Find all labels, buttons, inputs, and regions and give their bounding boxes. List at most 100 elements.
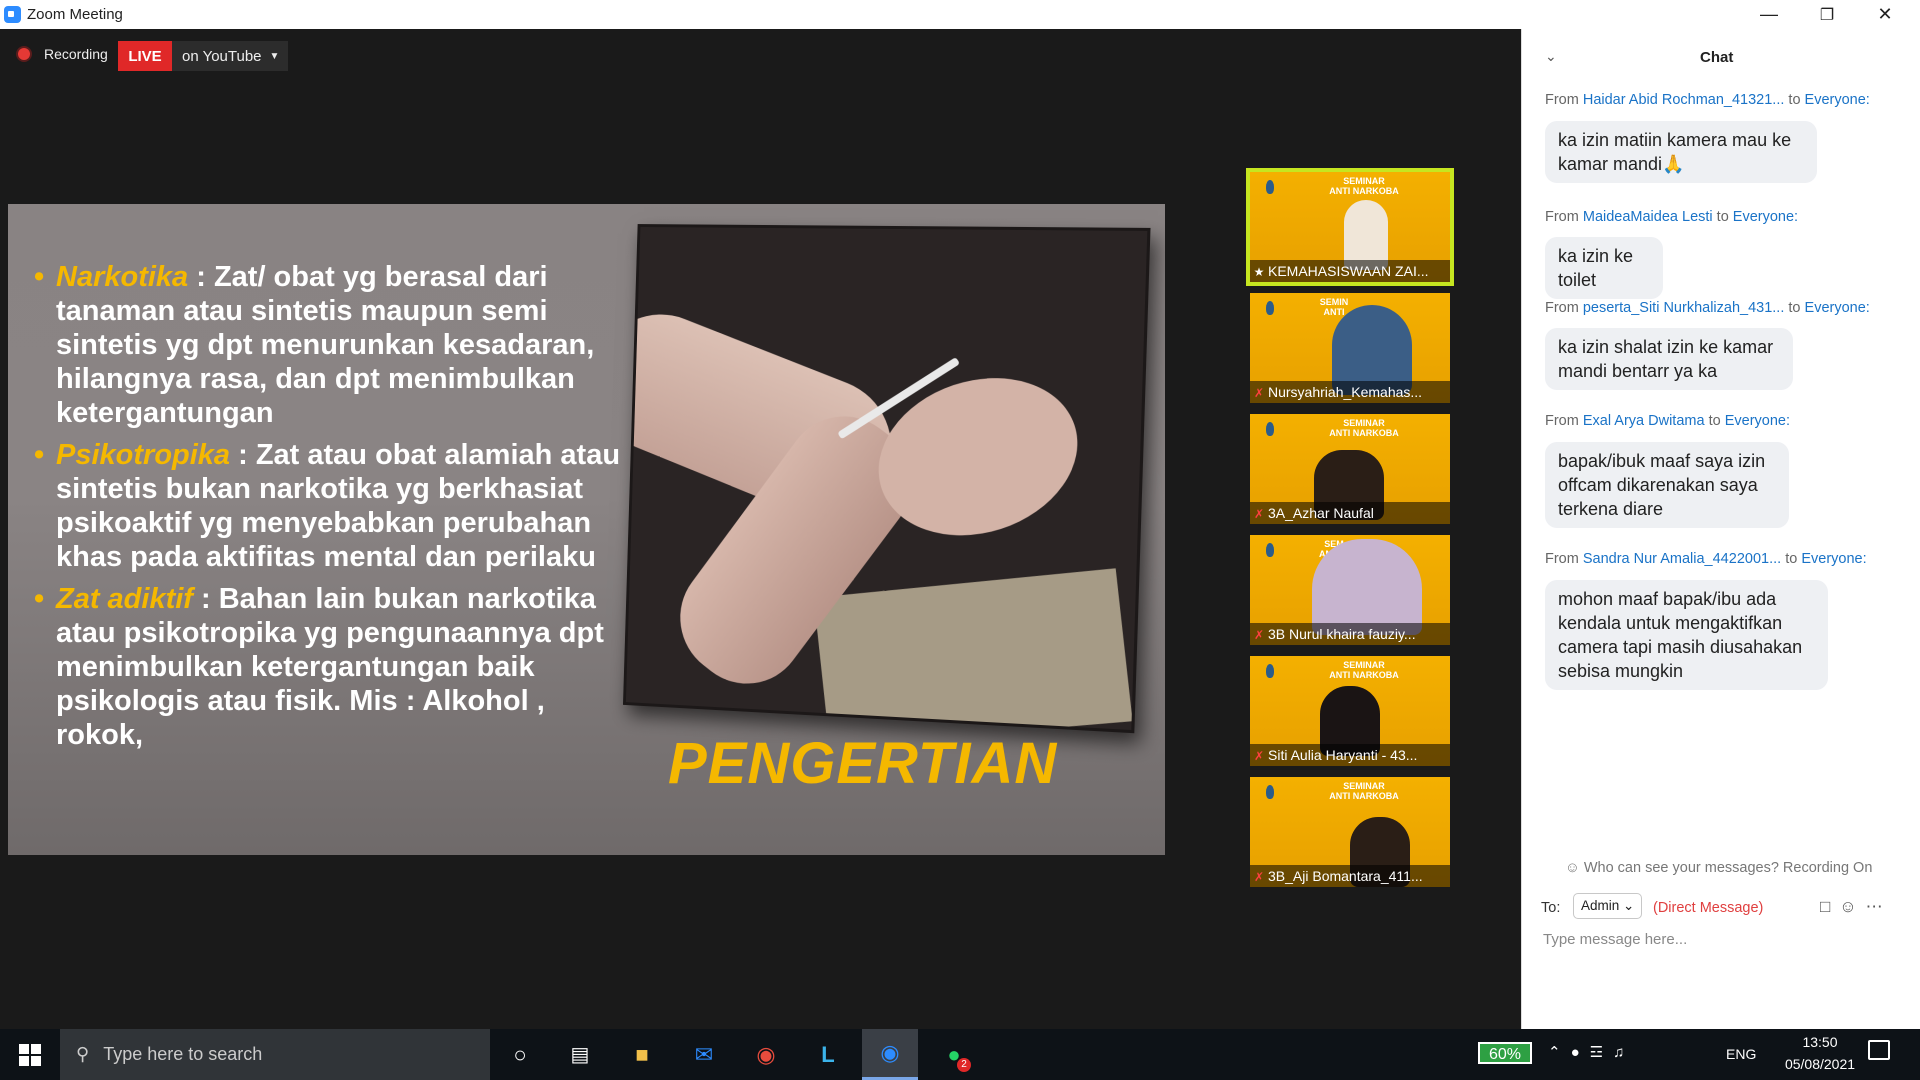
participant-name-bar: ✗ 3B_Aji Bomantara_411... — [1250, 865, 1450, 887]
chat-message-header: From Sandra Nur Amalia_4422001... to Eve… — [1545, 551, 1867, 567]
cortana-icon[interactable]: ○ — [492, 1029, 548, 1080]
chat-sender[interactable]: MaideaMaidea Lesti — [1583, 209, 1713, 225]
more-icon[interactable]: ⋯ — [1866, 897, 1892, 916]
participant-name: 3A_Azhar Naufal — [1268, 505, 1374, 521]
photo-hand-shape — [858, 352, 1099, 560]
seminar-banner: SEMINAR ANTI NARKOBA — [1329, 660, 1399, 680]
participant-tile[interactable]: SEMINAR ANTI NARKOBA ✗ 3B_Aji Bomantara_41… — [1250, 777, 1450, 887]
live-stream-dropdown[interactable]: on YouTube ▼ — [172, 41, 288, 71]
taskbar-search[interactable]: ⚲ Type here to search — [60, 1029, 490, 1080]
seminar-logo-icon — [1256, 543, 1284, 569]
whatsapp-icon[interactable]: ● — [926, 1029, 982, 1080]
microphone-icon[interactable]: ● — [1571, 1044, 1590, 1061]
battery-indicator[interactable]: 60% — [1478, 1042, 1532, 1064]
app-l-icon[interactable]: L — [800, 1029, 856, 1080]
slide-heading: PENGERTIAN — [668, 731, 1058, 796]
chat-sender[interactable]: Haidar Abid Rochman_41321... — [1583, 92, 1785, 108]
seminar-logo-icon — [1256, 785, 1284, 811]
file-icon[interactable]: □ — [1820, 897, 1839, 916]
chevron-up-icon[interactable]: ⌃ — [1548, 1044, 1571, 1061]
volume-icon[interactable]: ♫ — [1613, 1044, 1634, 1061]
chat-message-input[interactable] — [1541, 930, 1905, 949]
slide-bullet: Psikotropika : Zat atau obat alamiah ata… — [34, 438, 624, 574]
chat-message-bubble: ka izin matiin kamera mau ke kamar mandi… — [1545, 121, 1817, 183]
wifi-icon[interactable]: ☲ — [1590, 1044, 1613, 1061]
system-tray: ⌃●☲♫ — [1548, 1043, 1634, 1061]
slide-bullets: Narkotika : Zat/ obat yg berasal dari ta… — [34, 260, 624, 760]
participant-video-person — [1312, 539, 1422, 635]
chat-sender[interactable]: Exal Arya Dwitama — [1583, 413, 1705, 429]
chat-message-header: From Exal Arya Dwitama to Everyone: — [1545, 413, 1790, 429]
emoji-icon[interactable]: ☺ — [1839, 897, 1865, 916]
chat-sender[interactable]: Sandra Nur Amalia_4422001... — [1583, 551, 1781, 567]
clock-time[interactable]: 13:50 — [1790, 1034, 1850, 1050]
seminar-logo-icon — [1256, 180, 1284, 206]
chat-message-header: From MaideaMaidea Lesti to Everyone: — [1545, 209, 1799, 225]
chat-composer-tools: □☺⋯ — [1820, 897, 1892, 917]
participant-tile[interactable]: SEMANTI N ✗3B Nurul khaira fauziy... — [1250, 535, 1450, 645]
chat-recipient-select[interactable]: Admin ⌄ — [1573, 893, 1642, 919]
chat-recipient[interactable]: Everyone: — [1805, 92, 1870, 108]
seminar-logo-icon — [1256, 301, 1284, 327]
slide-bullet: Narkotika : Zat/ obat yg berasal dari ta… — [34, 260, 624, 430]
start-button[interactable] — [0, 1029, 60, 1080]
task-view-icon[interactable]: ▤ — [552, 1029, 608, 1080]
seminar-banner: SEMINAR ANTI NARKOBA — [1329, 781, 1399, 801]
chevron-down-icon: ⌄ — [1623, 898, 1635, 913]
title-bar: Zoom Meeting — ❐ ✕ — [0, 0, 1920, 29]
participant-name: Nursyahriah_Kemahas... — [1268, 384, 1423, 400]
chevron-down-icon[interactable]: ⌄ — [1545, 48, 1557, 65]
user-lock-icon: ☺ — [1565, 860, 1584, 876]
participant-tile[interactable]: SEMINAR ANTI NARKOBA ★ KEMAHASISWAAN ZAI..… — [1250, 172, 1450, 282]
seminar-logo-icon — [1256, 422, 1284, 448]
clock-date[interactable]: 05/08/2021 — [1775, 1056, 1865, 1072]
mic-muted-icon: ✗ — [1253, 628, 1265, 642]
chrome-icon[interactable]: ◉ — [738, 1029, 794, 1080]
minimize-button[interactable]: — — [1740, 0, 1798, 29]
chat-recipient[interactable]: Everyone: — [1801, 551, 1866, 567]
chat-message-bubble: ka izin ke toilet — [1545, 237, 1663, 299]
participant-name-bar: ✗ 3B Nurul khaira fauziy... — [1250, 623, 1450, 645]
bullet-term: Psikotropika — [56, 439, 231, 471]
window-title: Zoom Meeting — [27, 6, 123, 23]
chat-recipient[interactable]: Everyone: — [1725, 413, 1790, 429]
participant-name-bar: ✗ Nursyahriah_Kemahas... — [1250, 381, 1450, 403]
slide-bullet: Zat adiktif : Bahan lain bukan narkotika… — [34, 582, 624, 752]
chat-message-bubble: bapak/ibuk maaf saya izin offcam dikaren… — [1545, 442, 1789, 528]
file-explorer-icon[interactable]: ■ — [614, 1029, 670, 1080]
participant-tile[interactable]: SEMINAR ANTI NARKOBA ✗ 3A_Azhar Naufal — [1250, 414, 1450, 524]
chat-message-header: From Haidar Abid Rochman_41321... to Eve… — [1545, 92, 1870, 108]
mic-muted-icon: ✗ — [1253, 386, 1265, 400]
notification-badge: 2 — [957, 1058, 971, 1072]
participant-name-bar: ★ KEMAHASISWAAN ZAI... — [1250, 260, 1450, 282]
participant-tile[interactable]: SEMIN ANTI ✗ Nursyahriah_Kemahas... — [1250, 293, 1450, 403]
participant-tile[interactable]: SEMINAR ANTI NARKOBA ✗ Siti Aulia Haryanti… — [1250, 656, 1450, 766]
participant-name: KEMAHASISWAAN ZAI... — [1268, 263, 1429, 279]
action-center-icon[interactable] — [1868, 1040, 1890, 1060]
mic-muted-icon: ✗ — [1253, 870, 1265, 884]
live-badge[interactable]: LIVE — [118, 41, 172, 71]
direct-message-label: (Direct Message) — [1653, 900, 1764, 916]
recording-icon — [18, 48, 30, 60]
zoom-taskbar-icon[interactable]: ◉ — [862, 1029, 918, 1080]
participant-name: 3B_Aji Bomantara_411... — [1268, 868, 1423, 884]
mic-muted-icon: ✗ — [1253, 749, 1265, 763]
chat-sender[interactable]: peserta_Siti Nurkhalizah_431... — [1583, 300, 1785, 316]
mail-icon[interactable]: ✉ — [676, 1029, 732, 1080]
chat-to-label: To: — [1541, 900, 1561, 916]
bullet-term: Narkotika — [56, 261, 189, 293]
maximize-button[interactable]: ❐ — [1798, 0, 1856, 29]
chat-title: Chat — [1700, 49, 1734, 66]
bullet-term: Zat adiktif — [56, 583, 193, 615]
chat-recipient[interactable]: Everyone: — [1733, 209, 1798, 225]
close-button[interactable]: ✕ — [1856, 0, 1914, 29]
chat-recipient[interactable]: Everyone: — [1805, 300, 1870, 316]
participant-name-bar: ✗ 3A_Azhar Naufal — [1250, 502, 1450, 524]
participant-name-bar: ✗ Siti Aulia Haryanti - 43... — [1250, 744, 1450, 766]
caret-down-icon: ▼ — [269, 50, 280, 62]
search-icon: ⚲ — [76, 1044, 90, 1064]
chat-privacy-note[interactable]: ☺ Who can see your messages? Recording O… — [1565, 860, 1872, 876]
input-language[interactable]: ENG — [1726, 1046, 1756, 1062]
seminar-banner: SEMINAR ANTI NARKOBA — [1329, 176, 1399, 196]
search-placeholder: Type here to search — [103, 1044, 263, 1064]
